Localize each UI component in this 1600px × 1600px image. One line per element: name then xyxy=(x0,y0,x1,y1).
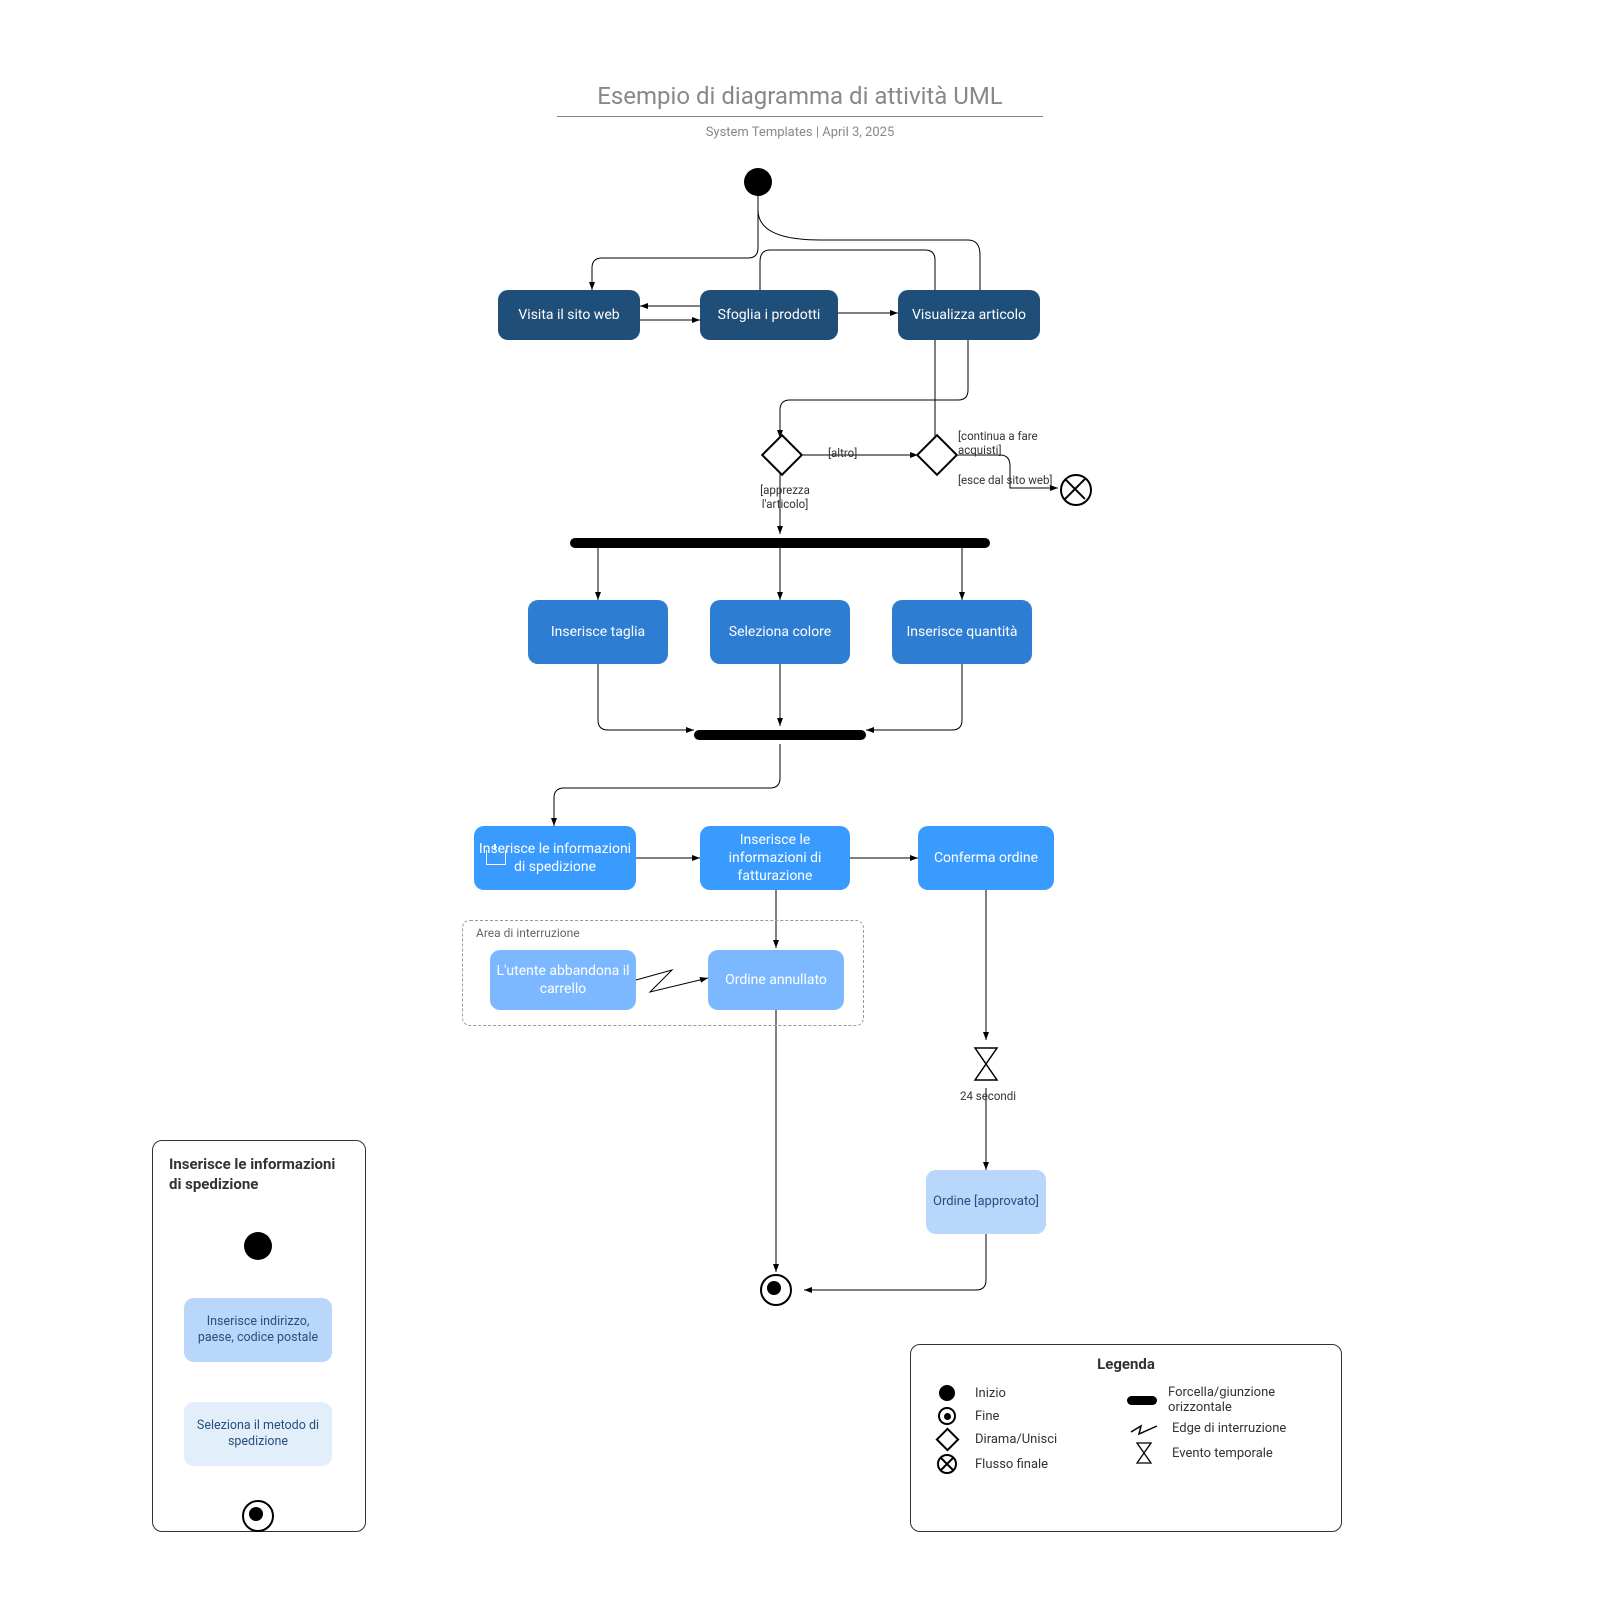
legend-row-flowfinal: Flusso finale xyxy=(929,1454,1126,1474)
guard-other: [altro] xyxy=(828,447,857,461)
activity-view-item: Visualizza articolo xyxy=(898,290,1040,340)
guard-leave: [esce dal sito web] xyxy=(958,474,1058,488)
activity-user-abandons: L'utente abbandona il carrello xyxy=(490,950,636,1010)
legend-label-start: Inizio xyxy=(975,1386,1006,1401)
activity-browse-products: Sfoglia i prodotti xyxy=(700,290,838,340)
end-node xyxy=(760,1274,792,1306)
legend-row-time: Evento temporale xyxy=(1126,1442,1323,1464)
legend-label-fork: Forcella/giunzione orizzontale xyxy=(1168,1385,1323,1415)
legend-title: Legenda xyxy=(911,1345,1341,1379)
sub-start-node xyxy=(244,1232,272,1260)
fork-bar xyxy=(570,538,990,548)
diagram-subtitle: System Templates | April 3, 2025 xyxy=(0,125,1600,140)
guard-keep-shopping: [continua a fare acquisti] xyxy=(958,430,1068,458)
timer-label: 24 secondi xyxy=(948,1090,1028,1104)
legend-panel: Legenda Inizio Fine Dirama/Unisci Flusso… xyxy=(910,1344,1342,1532)
diagram-title: Esempio di diagramma di attività UML xyxy=(557,82,1042,117)
legend-row-start: Inizio xyxy=(929,1385,1126,1401)
subactivity-icon xyxy=(486,850,506,865)
interrupt-region-label: Area di interruzione xyxy=(476,926,580,940)
legend-label-branch: Dirama/Unisci xyxy=(975,1432,1057,1447)
decision-continue-or-leave xyxy=(916,434,958,476)
time-event-icon xyxy=(973,1046,999,1082)
legend-row-fork: Forcella/giunzione orizzontale xyxy=(1126,1385,1323,1415)
activity-confirm-order: Conferma ordine xyxy=(918,826,1054,890)
sub-activity-method: Seleziona il metodo di spedizione xyxy=(184,1402,332,1466)
diagram-canvas: { "header": { "title": "Esempio di diagr… xyxy=(0,0,1600,1600)
legend-row-branch: Dirama/Unisci xyxy=(929,1431,1126,1448)
activity-enter-qty: Inserisce quantità xyxy=(892,600,1032,664)
activity-select-color: Seleziona colore xyxy=(710,600,850,664)
activity-enter-billing: Inserisce le informazioni di fatturazion… xyxy=(700,826,850,890)
sub-end-node xyxy=(242,1500,274,1532)
join-bar xyxy=(694,730,866,740)
legend-label-interrupt: Edge di interruzione xyxy=(1172,1421,1286,1436)
flow-final-node xyxy=(1060,474,1092,506)
sub-activity-address: Inserisce indirizzo, paese, codice posta… xyxy=(184,1298,332,1362)
guard-likes: [apprezza l'articolo] xyxy=(740,484,830,512)
legend-row-interrupt: Edge di interruzione xyxy=(1126,1421,1323,1436)
legend-label-flowfinal: Flusso finale xyxy=(975,1457,1048,1472)
subactivity-title: Inserisce le informazioni di spedizione xyxy=(153,1141,365,1200)
legend-label-end: Fine xyxy=(975,1409,999,1424)
title-block: Esempio di diagramma di attività UML Sys… xyxy=(0,82,1600,140)
activity-enter-size: Inserisce taglia xyxy=(528,600,668,664)
legend-label-time: Evento temporale xyxy=(1172,1446,1273,1461)
activity-order-cancelled: Ordine annullato xyxy=(708,950,844,1010)
activity-visit-site: Visita il sito web xyxy=(498,290,640,340)
activity-order-approved: Ordine [approvato] xyxy=(926,1170,1046,1234)
start-node xyxy=(744,168,772,196)
legend-row-end: Fine xyxy=(929,1407,1126,1425)
decision-like-item xyxy=(761,434,803,476)
